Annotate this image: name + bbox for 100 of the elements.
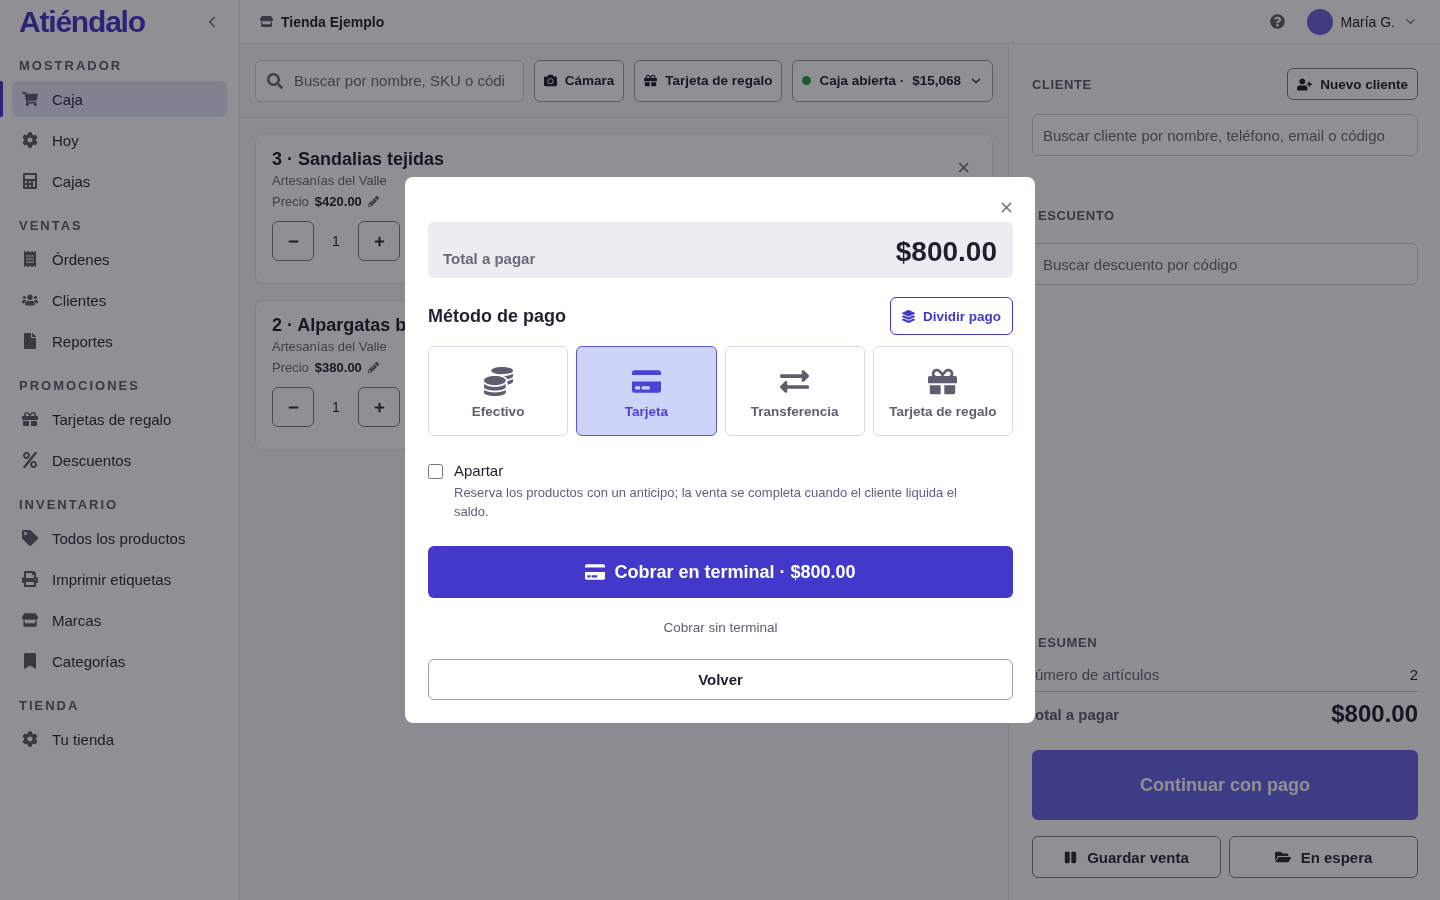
section-title: INVENTARIO xyxy=(18,497,120,512)
store-icon xyxy=(22,612,38,628)
payment-method-tile[interactable]: Tarjeta xyxy=(576,346,717,436)
nav-item[interactable]: Clientes xyxy=(12,282,227,318)
tag-icon xyxy=(22,530,38,546)
register-button[interactable]: Caja abierta · $15,068 xyxy=(792,59,993,102)
plus-icon xyxy=(373,401,385,413)
document-icon xyxy=(22,333,38,349)
new-client-button[interactable]: Nuevo cliente xyxy=(1287,68,1418,100)
no-terminal-link[interactable]: Cobrar sin terminal xyxy=(663,620,778,635)
payment-method-tile[interactable]: Transferencia xyxy=(724,346,865,436)
user-name[interactable]: María G. xyxy=(1340,13,1395,30)
layaway-checkbox[interactable] xyxy=(428,464,443,479)
back-button[interactable]: Volver xyxy=(428,659,1013,700)
folder-icon xyxy=(1274,849,1291,865)
gift-icon xyxy=(644,74,658,87)
decrease-button[interactable] xyxy=(272,387,314,427)
summary-label: otal a pagar xyxy=(1035,705,1120,723)
price-value: $380.00 xyxy=(314,360,362,375)
summary-value: 2 xyxy=(1409,666,1418,683)
checkbox-label: Apartar xyxy=(454,462,505,479)
continue-button[interactable]: Continuar con pago xyxy=(1032,750,1418,820)
plus-icon xyxy=(373,235,385,247)
avatar[interactable] xyxy=(1306,8,1333,35)
search-field[interactable]: Buscar por nombre, SKU o códi xyxy=(255,59,524,102)
discount-search-field[interactable]: Buscar descuento por código xyxy=(1032,243,1418,285)
register-amount: $15,068 xyxy=(912,73,961,88)
user-plus-icon xyxy=(1297,76,1313,92)
nav-item[interactable]: Reportes xyxy=(12,323,227,359)
logo: Atiéndalo xyxy=(19,5,145,39)
nav-item[interactable]: Imprimir etiquetas xyxy=(12,561,227,597)
gift-icon xyxy=(22,411,38,427)
summary-label: úmero de artículos xyxy=(1035,666,1160,683)
charge-button[interactable]: Cobrar en terminal · $800.00 xyxy=(428,546,1013,598)
nav-item[interactable]: Categorías xyxy=(12,643,227,679)
price-label: Precio xyxy=(272,194,309,209)
cart-icon xyxy=(22,91,38,107)
price-label: Precio xyxy=(272,360,309,375)
section-title: TIENDA xyxy=(18,698,81,713)
nav-item[interactable]: Descuentos xyxy=(12,442,227,478)
nav-item[interactable]: Tarjetas de regalo xyxy=(12,401,227,437)
client-search-field[interactable]: Buscar cliente por nombre, teléfono, email o código xyxy=(1032,114,1418,156)
search-icon xyxy=(267,72,283,89)
product-title: 3 · Sandalias tejidas xyxy=(272,149,445,170)
section-title: VENTAS xyxy=(18,218,84,233)
pencil-icon[interactable] xyxy=(367,196,379,207)
increase-button[interactable] xyxy=(358,221,400,261)
store-name: Tienda Ejemplo xyxy=(281,13,385,30)
percent-icon xyxy=(22,452,38,468)
nav-item[interactable]: Hoy xyxy=(12,122,227,158)
nav-item[interactable]: Tu tienda xyxy=(12,721,227,757)
store-icon xyxy=(260,15,273,28)
checkbox-description: Reserva los productos con un anticipo; la venta se completa cuando el cliente liquida el saldo. xyxy=(454,484,958,521)
receipt-icon xyxy=(22,251,38,267)
split-payment-button[interactable]: Dividir pago xyxy=(890,297,1013,335)
quantity-value[interactable]: 1 xyxy=(314,399,358,415)
toolbar-button[interactable]: Tarjeta de regalo xyxy=(634,59,783,102)
product-title: 2 · Alpargatas b xyxy=(272,315,407,336)
section-label: ESUMEN xyxy=(1038,635,1099,650)
status-dot xyxy=(802,76,812,85)
credit-card-icon xyxy=(585,562,606,582)
help-icon[interactable] xyxy=(1269,14,1285,29)
toolbar-button[interactable]: Cámara xyxy=(533,59,625,102)
section-title: MOSTRADOR xyxy=(18,58,124,73)
increase-button[interactable] xyxy=(358,387,400,427)
gear-icon xyxy=(22,132,38,148)
total-label: Total a pagar xyxy=(443,249,536,267)
hold-button[interactable]: En espera xyxy=(1229,836,1418,878)
quantity-value[interactable]: 1 xyxy=(314,233,358,249)
payment-method-tile[interactable]: Tarjeta de regalo xyxy=(872,346,1013,436)
nav-item[interactable]: Marcas xyxy=(12,602,227,638)
section-title: PROMOCIONES xyxy=(18,378,141,393)
gift-icon xyxy=(928,366,958,396)
calculator-icon xyxy=(22,173,38,189)
close-button[interactable]: × xyxy=(957,157,970,179)
product-brand: Artesanías del Valle xyxy=(272,339,387,354)
coins-icon xyxy=(483,366,513,396)
nav-item[interactable]: Órdenes xyxy=(12,241,227,277)
payment-method-tile[interactable]: Efectivo xyxy=(428,346,569,436)
register-status: Caja abierta · xyxy=(819,73,905,88)
gear-icon xyxy=(22,731,38,747)
nav-item[interactable]: Cajas xyxy=(12,163,227,199)
bookmark-icon xyxy=(22,653,38,669)
section-label: CLIENTE xyxy=(1032,76,1092,92)
section-label: ESCUENTO xyxy=(1038,208,1116,223)
nav-item[interactable]: Todos los productos xyxy=(12,520,227,556)
active-indicator xyxy=(0,81,3,117)
price-value: $420.00 xyxy=(314,194,362,209)
decrease-button[interactable] xyxy=(272,221,314,261)
pause-icon xyxy=(1064,850,1078,864)
layers-icon xyxy=(902,309,915,323)
total-value: $800.00 xyxy=(1331,700,1418,728)
save-button[interactable]: Guardar venta xyxy=(1032,836,1221,878)
dialog-heading: Método de pago xyxy=(428,305,566,327)
printer-icon xyxy=(22,571,38,587)
total-amount: $800.00 xyxy=(895,236,997,268)
pencil-icon[interactable] xyxy=(367,362,379,373)
product-brand: Artesanías del Valle xyxy=(272,173,387,188)
people-icon xyxy=(22,292,38,308)
camera-icon xyxy=(543,74,557,87)
